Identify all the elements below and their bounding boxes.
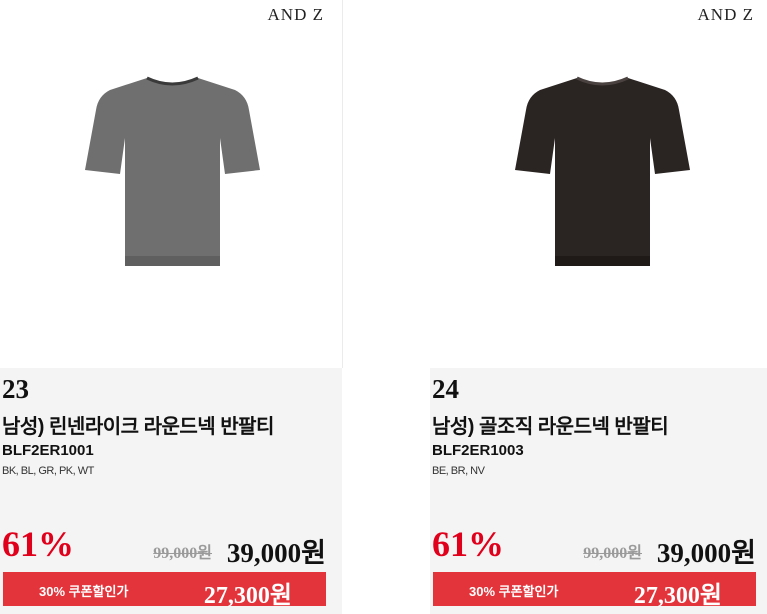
shirt-hem bbox=[125, 256, 220, 266]
original-price: 99,000원 bbox=[153, 545, 212, 562]
rank-number: 23 bbox=[2, 374, 29, 404]
product-card[interactable]: AND Z 23 남성) 린넨라이크 라운드넥 반팔티 BLF2ER1001 B… bbox=[0, 0, 343, 614]
discount-rate: 61% bbox=[2, 524, 74, 564]
brand-logo: AND Z bbox=[697, 5, 754, 24]
shirt-body bbox=[515, 78, 690, 266]
brand-logo: AND Z bbox=[267, 5, 324, 24]
product-code: BLF2ER1003 bbox=[432, 442, 524, 459]
shirt-hem bbox=[555, 256, 650, 266]
color-options: BK, BL, GR, PK, WT bbox=[2, 465, 94, 477]
tshirt-image[interactable] bbox=[85, 70, 260, 270]
color-options: BE, BR, NV bbox=[432, 465, 485, 477]
coupon-price-bar[interactable]: 30% 쿠폰할인가 27,300원 bbox=[433, 572, 756, 609]
product-name[interactable]: 남성) 골조직 라운드넥 반팔티 bbox=[432, 410, 669, 439]
product-image-area[interactable]: AND Z bbox=[0, 0, 343, 368]
product-card[interactable]: AND Z 24 남성) 골조직 라운드넥 반팔티 BLF2ER1003 BE,… bbox=[430, 0, 767, 614]
product-code: BLF2ER1001 bbox=[2, 442, 94, 459]
product-info: 24 남성) 골조직 라운드넥 반팔티 BLF2ER1003 BE, BR, N… bbox=[430, 368, 767, 614]
tshirt-image[interactable] bbox=[515, 70, 690, 270]
coupon-price-bar[interactable]: 30% 쿠폰할인가 27,300원 bbox=[3, 572, 326, 609]
sale-price: 39,000원 bbox=[656, 538, 756, 568]
shirt-body bbox=[85, 78, 260, 266]
sale-price: 39,000원 bbox=[226, 538, 326, 568]
rank-number: 24 bbox=[432, 374, 459, 404]
coupon-price: 27,300원 bbox=[203, 583, 292, 609]
coupon-label: 30% 쿠폰할인가 bbox=[39, 584, 129, 599]
product-name[interactable]: 남성) 린넨라이크 라운드넥 반팔티 bbox=[2, 410, 274, 439]
discount-rate: 61% bbox=[432, 524, 504, 564]
coupon-label: 30% 쿠폰할인가 bbox=[469, 584, 559, 599]
product-image-area[interactable]: AND Z bbox=[430, 0, 767, 368]
product-info: 23 남성) 린넨라이크 라운드넥 반팔티 BLF2ER1001 BK, BL,… bbox=[0, 368, 342, 614]
original-price: 99,000원 bbox=[583, 545, 642, 562]
coupon-price: 27,300원 bbox=[633, 583, 722, 609]
